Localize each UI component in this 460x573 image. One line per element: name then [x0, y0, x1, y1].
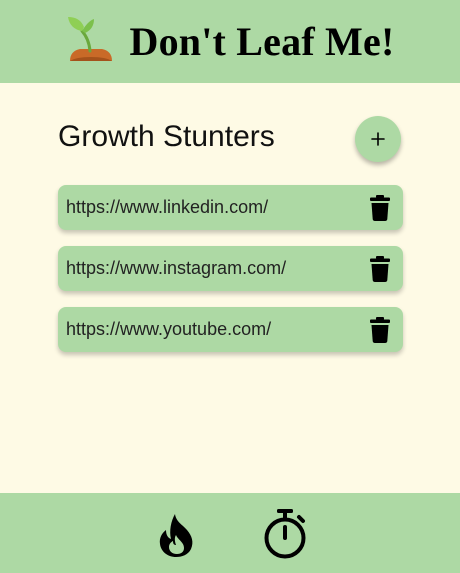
delete-site-button[interactable]: [369, 316, 391, 344]
site-url[interactable]: https://www.youtube.com/: [66, 319, 271, 340]
nav-streak-button[interactable]: [159, 513, 195, 557]
app-title: Don't Leaf Me!: [129, 19, 395, 64]
nav-timer-button[interactable]: [262, 509, 308, 559]
plus-icon: [371, 132, 385, 146]
trash-icon: [370, 255, 390, 282]
site-row-youtube: https://www.youtube.com/: [58, 307, 403, 352]
main-content: Growth Stunters https://www.linkedin.com…: [0, 83, 460, 493]
trash-icon: [370, 194, 390, 221]
delete-site-button[interactable]: [369, 255, 391, 283]
delete-site-button[interactable]: [369, 194, 391, 222]
sprout-icon: [67, 16, 112, 61]
app-header: Don't Leaf Me!: [0, 0, 460, 83]
stopwatch-icon: [264, 509, 306, 559]
bottom-nav: [0, 493, 460, 573]
site-row-linkedin: https://www.linkedin.com/: [58, 185, 403, 230]
blocked-site-list: https://www.linkedin.com/ https://www.in…: [58, 185, 403, 368]
trash-icon: [370, 316, 390, 343]
site-url[interactable]: https://www.linkedin.com/: [66, 197, 268, 218]
add-site-button[interactable]: [355, 116, 401, 162]
fire-icon: [159, 514, 193, 557]
section-title: Growth Stunters: [58, 120, 275, 153]
site-url[interactable]: https://www.instagram.com/: [66, 258, 286, 279]
site-row-instagram: https://www.instagram.com/: [58, 246, 403, 291]
